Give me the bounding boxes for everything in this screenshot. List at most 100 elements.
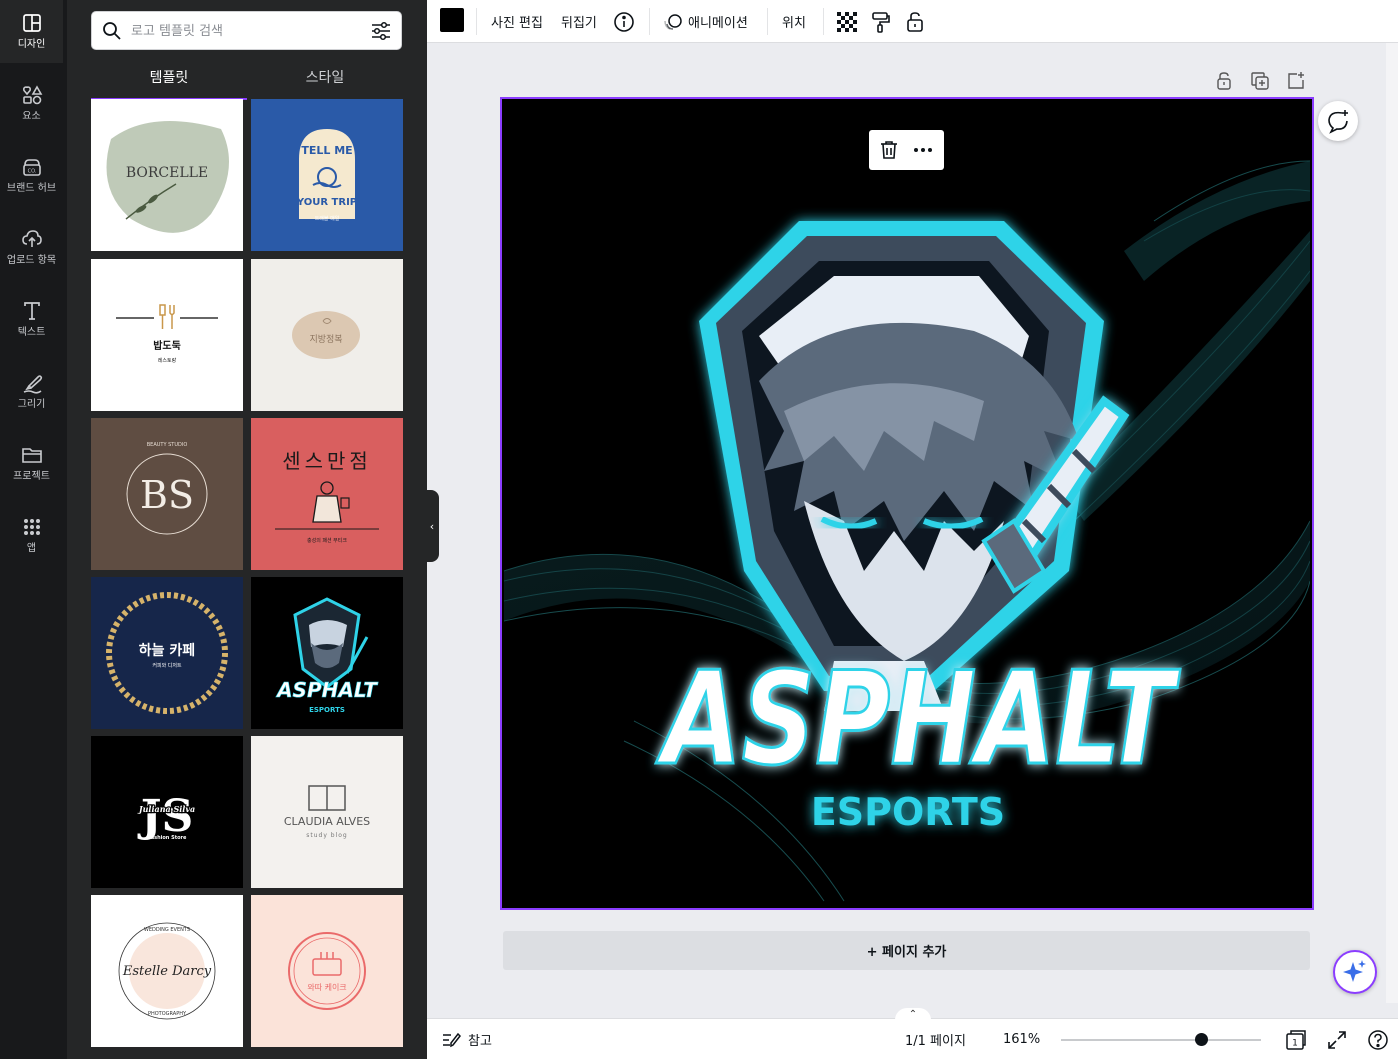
template-tell-me-your-trip[interactable]: TELL ME YOUR TRIP 트래블 매일: [251, 99, 403, 251]
photo-edit-button[interactable]: 사진 편집: [491, 0, 543, 43]
more-options-icon[interactable]: [912, 139, 934, 161]
template-bap-doduk[interactable]: 밥도둑 레스토랑: [91, 259, 243, 411]
help-button[interactable]: [1367, 1019, 1389, 1059]
template-borcelle-text: BORCELLE: [126, 165, 208, 181]
template-bs-beauty[interactable]: BS BEAUTY STUDIO: [91, 418, 243, 570]
rail-label-uploads: 업로드 항목: [6, 255, 57, 266]
page-indicator[interactable]: 1/1 페이지: [905, 1019, 966, 1059]
lock-button[interactable]: [905, 0, 925, 43]
expand-icon: [1328, 1030, 1346, 1049]
template-juliana-art: JS Juliana Silva Fashion Store: [136, 791, 197, 842]
upload-icon: [21, 230, 42, 247]
search-input[interactable]: [131, 18, 361, 44]
toolbar-divider: [767, 8, 768, 35]
editor-toolbar: 사진 편집 뒤집기 애니메이션 위치: [427, 0, 1398, 43]
template-search: [91, 11, 402, 50]
template-bs-art: BS BEAUTY STUDIO: [126, 442, 208, 535]
canvas-subtitle: ESPORTS: [811, 790, 1005, 834]
design-canvas[interactable]: ASPHALT ESPORTS: [500, 97, 1314, 910]
add-comment-button[interactable]: [1318, 101, 1358, 141]
template-estelle-top: WEDDING EVENTS: [144, 927, 190, 933]
trash-icon[interactable]: [878, 139, 900, 161]
template-estelle-art: Estelle Darcy WEDDING EVENTS PHOTOGRAPHY: [118, 922, 216, 1020]
notes-button[interactable]: 참고: [442, 1019, 492, 1059]
flip-button[interactable]: 뒤집기: [561, 0, 597, 43]
duplicate-page-icon[interactable]: [1250, 71, 1270, 91]
template-asphalt-art: ASPHALT ESPORTS: [275, 597, 379, 714]
rail-item-uploads[interactable]: 업로드 항목: [0, 216, 63, 279]
rail-item-draw[interactable]: 그리기: [0, 360, 63, 423]
info-button[interactable]: [613, 0, 635, 43]
template-estelle-bottom: PHOTOGRAPHY: [148, 1011, 187, 1017]
brand-hub-icon: CO.: [22, 159, 41, 176]
template-estelle-title: Estelle Darcy: [122, 964, 212, 979]
template-claudia-alves[interactable]: CLAUDIA ALVES study blog: [251, 736, 403, 888]
template-jibang-art: 지방정복: [292, 311, 360, 359]
template-estelle-darcy[interactable]: Estelle Darcy WEDDING EVENTS PHOTOGRAPHY: [91, 895, 243, 1047]
lock-icon: [907, 11, 923, 32]
template-bs-caption: BEAUTY STUDIO: [147, 442, 188, 448]
template-asphalt-title: ASPHALT: [275, 678, 378, 702]
page-count-badge: 1: [1292, 1038, 1298, 1048]
collapse-panel-button[interactable]: ‹: [425, 490, 439, 562]
template-jibang[interactable]: 지방정복: [251, 259, 403, 411]
canvas-scrollbar[interactable]: [1386, 43, 1398, 1003]
rail-item-brand-hub[interactable]: CO. 브랜드 허브: [0, 144, 63, 207]
rail-item-apps[interactable]: 앱: [0, 504, 63, 567]
apps-icon: [23, 519, 40, 535]
template-jibang-title: 지방정복: [309, 334, 342, 345]
template-bapdoduk-title: 밥도둑: [153, 339, 181, 352]
text-icon: [23, 302, 40, 320]
template-claudia-title: CLAUDIA ALVES: [284, 815, 370, 828]
template-wadda-cake[interactable]: 와따 케이크: [251, 895, 403, 1047]
canvas-title: ASPHALT: [655, 645, 1180, 794]
rail-label-design: 디자인: [17, 39, 46, 50]
filter-icon[interactable]: [370, 21, 392, 41]
elements-icon: [22, 85, 42, 105]
help-icon: [1368, 1029, 1388, 1050]
pages-icon: 1: [1286, 1029, 1306, 1050]
template-haneul-cafe[interactable]: 하늘 카페 커피와 디저트: [91, 577, 243, 729]
position-button[interactable]: 위치: [782, 0, 806, 43]
animation-button[interactable]: 애니메이션: [663, 0, 748, 43]
sparkle-icon: [1343, 960, 1366, 982]
fullscreen-button[interactable]: [1327, 1019, 1347, 1059]
add-page-button[interactable]: + 페이지 추가: [503, 931, 1310, 970]
template-bapdoduk-caption: 레스토랑: [158, 357, 177, 364]
copy-style-button[interactable]: [871, 0, 891, 43]
zoom-level[interactable]: 161%: [1003, 1019, 1040, 1059]
rail-item-elements[interactable]: 요소: [0, 72, 63, 135]
magic-assistant-button[interactable]: [1333, 950, 1377, 994]
folder-icon: [21, 448, 42, 463]
zoom-slider-track[interactable]: [1061, 1039, 1261, 1041]
transparency-button[interactable]: [837, 0, 857, 43]
template-claudia-art: CLAUDIA ALVES study blog: [284, 785, 370, 839]
template-borcelle[interactable]: BORCELLE: [91, 99, 243, 251]
search-icon: [103, 22, 121, 40]
comment-add-icon: [1328, 110, 1348, 134]
svg-text:CO.: CO.: [27, 169, 36, 175]
paint-roller-icon: [872, 11, 890, 33]
draw-icon: [23, 375, 42, 394]
zoom-slider-handle[interactable]: [1194, 1033, 1208, 1046]
template-sense-manjeom[interactable]: 센스만점 충성의 패션 부티크: [251, 418, 403, 570]
tab-templates[interactable]: 템플릿: [91, 60, 247, 100]
template-claudia-caption: study blog: [306, 832, 348, 839]
template-sense-art: 센스만점 충성의 패션 부티크: [275, 449, 379, 544]
page-lock-icon[interactable]: [1214, 71, 1234, 91]
template-sense-title: 센스만점: [282, 449, 372, 473]
rail-item-design[interactable]: 디자인: [0, 0, 63, 63]
tab-styles[interactable]: 스타일: [247, 60, 403, 100]
notes-label: 참고: [468, 1034, 492, 1049]
add-page-icon[interactable]: [1286, 71, 1306, 91]
rail-item-projects[interactable]: 프로젝트: [0, 432, 63, 495]
template-bapdoduk-art: 밥도둑 레스토랑: [116, 304, 218, 364]
rail-label-brand-hub: 브랜드 허브: [6, 183, 57, 194]
page-grid-button[interactable]: 1: [1285, 1019, 1307, 1059]
template-juliana-silva[interactable]: JS Juliana Silva Fashion Store: [91, 736, 243, 888]
template-asphalt-esports[interactable]: ASPHALT ESPORTS: [251, 577, 403, 729]
rail-item-text[interactable]: 텍스트: [0, 288, 63, 351]
animation-label: 애니메이션: [688, 16, 748, 31]
color-swatch[interactable]: [440, 8, 464, 32]
transparency-icon: [837, 11, 857, 32]
